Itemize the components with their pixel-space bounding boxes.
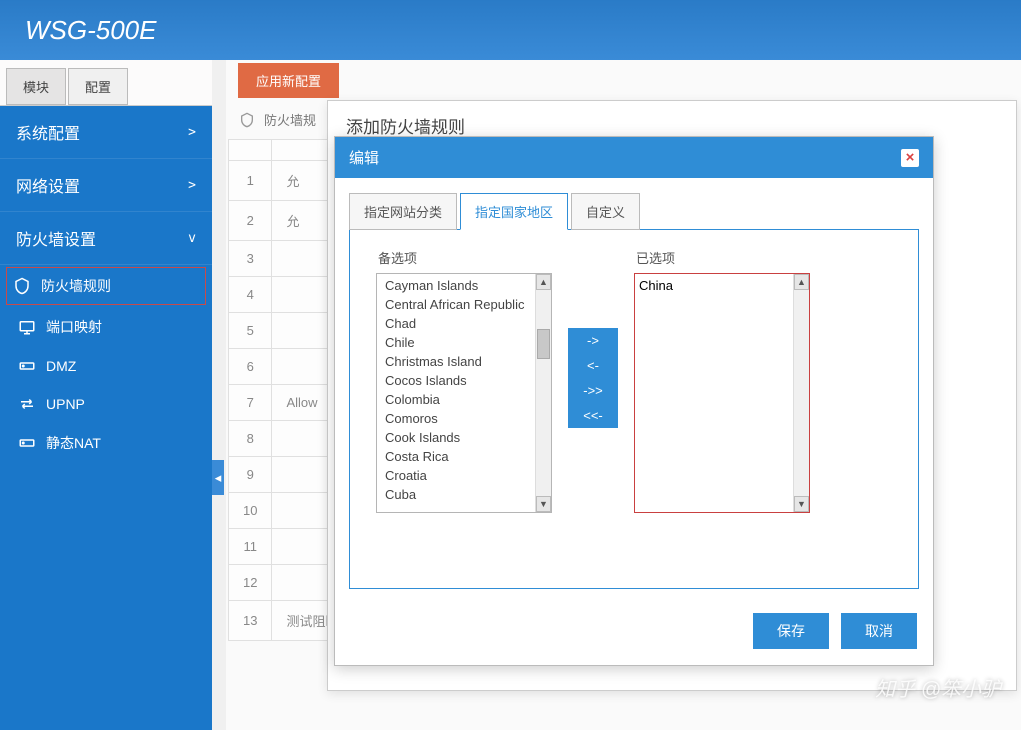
menu-network-settings[interactable]: 网络设置 > <box>0 159 212 212</box>
chevron-right-icon: > <box>188 178 196 193</box>
sidebar-item-port-mapping[interactable]: 端口映射 <box>0 307 212 347</box>
scroll-down-icon[interactable]: ▼ <box>794 496 809 512</box>
menu-system-config[interactable]: 系统配置 > <box>0 106 212 159</box>
modal-header: 编辑 × <box>335 137 933 178</box>
tab-custom[interactable]: 自定义 <box>571 193 640 230</box>
list-item[interactable]: Comoros <box>377 409 535 428</box>
sidebar-collapse-handle[interactable]: ◂ <box>212 460 224 495</box>
list-item[interactable]: Colombia <box>377 390 535 409</box>
list-item[interactable]: Christmas Island <box>377 352 535 371</box>
list-item[interactable]: China <box>639 278 789 293</box>
app-header: WSG-500E <box>0 0 1021 60</box>
scroll-down-icon[interactable]: ▼ <box>536 496 551 512</box>
transfer-buttons: -> <- ->> <<- <box>568 328 618 428</box>
drive-icon <box>18 434 36 452</box>
apply-config-button[interactable]: 应用新配置 <box>238 63 339 98</box>
scrollbar[interactable]: ▲ ▼ <box>793 274 809 512</box>
watermark: 知乎 @笨小驴 <box>875 673 1001 702</box>
selected-label: 已选项 <box>636 248 810 267</box>
list-item[interactable]: Cocos Islands <box>377 371 535 390</box>
scroll-up-icon[interactable]: ▲ <box>794 274 809 290</box>
sidebar-item-dmz[interactable]: DMZ <box>0 347 212 385</box>
list-item[interactable]: Cook Islands <box>377 428 535 447</box>
shield-icon <box>238 111 256 129</box>
sidebar-item-firewall-rules[interactable]: 防火墙规则 <box>6 267 206 305</box>
modal-tabs: 指定网站分类 指定国家地区 自定义 <box>349 192 919 229</box>
sidebar-item-static-nat[interactable]: 静态NAT <box>0 423 212 463</box>
list-item[interactable]: Cayman Islands <box>377 276 535 295</box>
shield-icon <box>13 277 31 295</box>
list-item[interactable]: Central African Republic <box>377 295 535 314</box>
list-item[interactable]: Cuba <box>377 485 535 504</box>
selected-listbox[interactable]: China ▲ ▼ <box>634 273 810 513</box>
drive-icon <box>18 357 36 375</box>
app-title: WSG-500E <box>25 15 157 46</box>
sidebar-tab-module[interactable]: 模块 <box>6 68 66 105</box>
move-left-button[interactable]: <- <box>568 353 618 378</box>
sidebar-tabs: 模块 配置 <box>0 60 212 106</box>
list-item[interactable]: Croatia <box>377 466 535 485</box>
sidebar-item-upnp[interactable]: UPNP <box>0 385 212 423</box>
sidebar: 模块 配置 系统配置 > 网络设置 > 防火墙设置 v 防火墙规则 端口映射 D… <box>0 60 212 730</box>
scroll-thumb[interactable] <box>537 329 550 359</box>
modal-title: 编辑 <box>349 147 379 168</box>
tab-website-category[interactable]: 指定网站分类 <box>349 193 457 230</box>
sidebar-tab-config[interactable]: 配置 <box>68 68 128 105</box>
close-icon[interactable]: × <box>901 149 919 167</box>
scrollbar[interactable]: ▲ ▼ <box>535 274 551 512</box>
tab-country-region[interactable]: 指定国家地区 <box>460 193 568 230</box>
scroll-up-icon[interactable]: ▲ <box>536 274 551 290</box>
screen-icon <box>18 318 36 336</box>
arrows-icon <box>18 395 36 413</box>
menu-firewall-settings[interactable]: 防火墙设置 v <box>0 212 212 265</box>
cancel-button[interactable]: 取消 <box>841 613 917 649</box>
save-button[interactable]: 保存 <box>753 613 829 649</box>
move-right-button[interactable]: -> <box>568 328 618 353</box>
move-all-left-button[interactable]: <<- <box>568 403 618 428</box>
candidates-label: 备选项 <box>378 248 552 267</box>
list-item[interactable]: Costa Rica <box>377 447 535 466</box>
chevron-down-icon: v <box>188 231 196 246</box>
move-all-right-button[interactable]: ->> <box>568 378 618 403</box>
list-item[interactable]: Chad <box>377 314 535 333</box>
edit-modal: 编辑 × 指定网站分类 指定国家地区 自定义 备选项 Cayman Island… <box>334 136 934 666</box>
candidates-listbox[interactable]: Cayman IslandsCentral African RepublicCh… <box>376 273 552 513</box>
list-item[interactable]: Chile <box>377 333 535 352</box>
chevron-right-icon: > <box>188 125 196 140</box>
